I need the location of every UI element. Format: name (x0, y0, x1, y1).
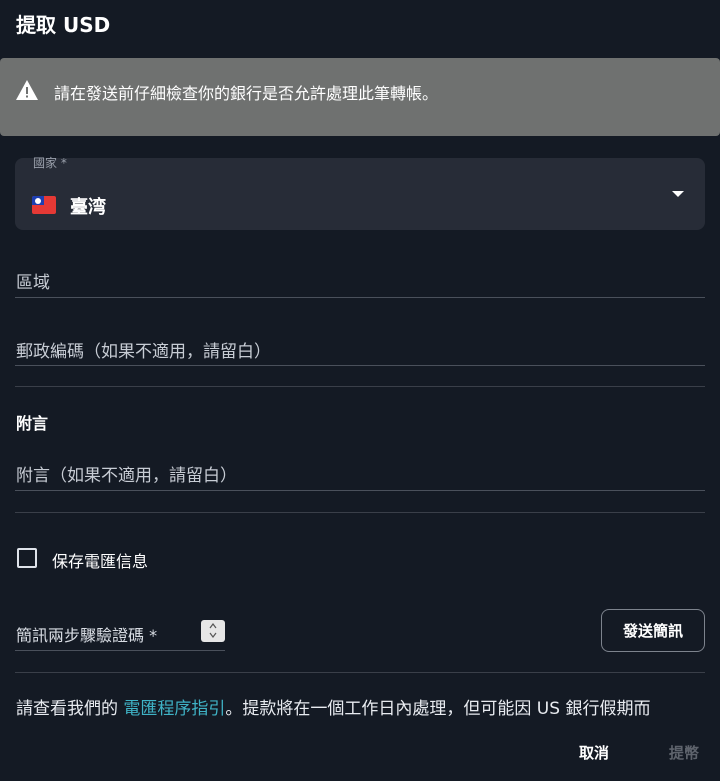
divider (15, 512, 705, 513)
remarks-section-title: 附言 (16, 414, 49, 433)
info-suffix: 。提款將在一個工作日內處理，但可能因 US 銀行假期而 (225, 699, 651, 719)
save-info-label[interactable]: 保存電匯信息 (52, 548, 148, 572)
withdraw-usd-dialog: 提取 USD 請在發送前仔細檢查你的銀行是否允許處理此筆轉帳。 國家 * 臺湾 … (0, 0, 720, 781)
chevron-down-icon[interactable] (672, 191, 684, 197)
wire-guide-link[interactable]: 電匯程序指引 (123, 699, 225, 719)
taiwan-flag-icon (32, 196, 56, 214)
region-placeholder: 區域 (16, 273, 50, 293)
divider (15, 672, 705, 673)
postal-placeholder: 郵政編碼（如果不適用，請留白） (16, 342, 271, 362)
cancel-button[interactable]: 取消 (579, 742, 609, 763)
page-title: 提取 USD (16, 13, 111, 37)
divider (15, 386, 705, 387)
postal-code-input[interactable]: 郵政編碼（如果不適用，請留白） (15, 330, 705, 366)
region-input[interactable]: 區域 (15, 262, 705, 298)
country-value: 臺湾 (70, 197, 106, 218)
sms-code-input[interactable]: 簡訊兩步驟驗證碼 * (16, 622, 157, 646)
info-text: 請查看我們的 電匯程序指引。提款將在一個工作日內處理，但可能因 US 銀行假期而 (16, 694, 716, 719)
country-label: 國家 * (33, 156, 67, 170)
chevron-down-icon[interactable] (209, 631, 217, 639)
remarks-input[interactable]: 附言（如果不適用，請留白） (15, 455, 705, 491)
remarks-placeholder: 附言（如果不適用，請留白） (16, 466, 237, 486)
warning-text: 請在發送前仔細檢查你的銀行是否允許處理此筆轉帳。 (54, 84, 439, 103)
send-sms-button[interactable]: 發送簡訊 (601, 609, 705, 652)
save-info-checkbox[interactable] (17, 548, 37, 568)
country-select[interactable]: 國家 * 臺湾 (15, 156, 705, 230)
info-prefix: 請查看我們的 (16, 699, 124, 719)
submit-button[interactable]: 提幣 (669, 742, 699, 763)
sms-code-stepper[interactable] (201, 620, 225, 642)
chevron-up-icon[interactable] (209, 622, 217, 630)
warning-icon (16, 80, 38, 100)
sms-code-underline (15, 650, 225, 651)
